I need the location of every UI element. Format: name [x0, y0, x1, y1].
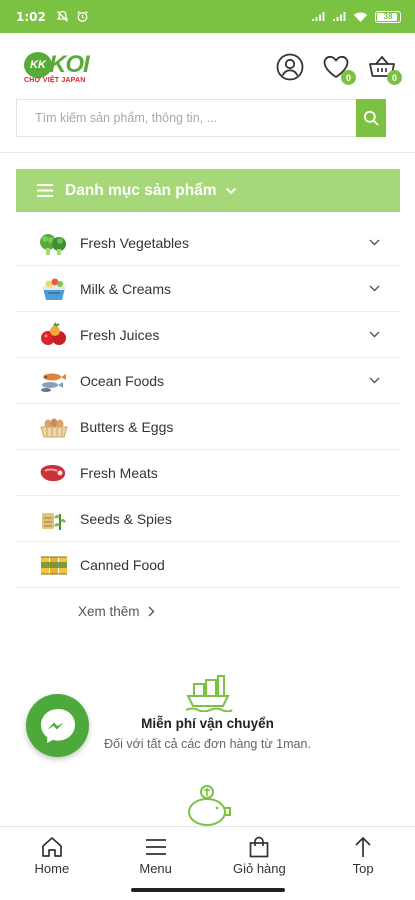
category-label: Fresh Juices: [80, 326, 160, 343]
category-item-canned-food[interactable]: Canned Food: [16, 542, 400, 588]
menu-icon: [145, 839, 166, 855]
logo[interactable]: KK KOI CHỢ VIỆT JAPAN: [24, 50, 90, 84]
logo-subtitle: CHỢ VIỆT JAPAN: [24, 76, 86, 84]
signal-icon: [312, 12, 325, 21]
search-input[interactable]: [17, 100, 356, 136]
piggy-bank-icon: [187, 785, 231, 826]
category-item-fresh-vegetables[interactable]: Fresh Vegetables: [16, 220, 400, 266]
search-icon: [363, 110, 379, 126]
signal-icon: [333, 12, 346, 21]
logo-badge: KK: [24, 51, 52, 78]
wifi-icon: [353, 11, 368, 22]
category-list: Fresh Vegetables Milk & Creams Fresh Jui…: [16, 220, 400, 588]
wishlist-button[interactable]: 0: [321, 52, 356, 85]
messenger-icon: [40, 708, 75, 743]
see-more-link[interactable]: Xem thêm: [78, 604, 155, 619]
feature-savings: [0, 782, 415, 826]
search-bar: [16, 99, 386, 137]
category-item-ocean-foods[interactable]: Ocean Foods: [16, 358, 400, 404]
chevron-down-icon[interactable]: [369, 239, 380, 246]
home-icon: [42, 837, 62, 857]
juice-icon: [38, 322, 70, 348]
cart-button[interactable]: 0: [367, 52, 402, 85]
user-icon: [276, 53, 304, 81]
wishlist-count-badge: 0: [341, 70, 356, 85]
category-item-milk-creams[interactable]: Milk & Creams: [16, 266, 400, 312]
nav-cart-label: Giỏ hàng: [232, 861, 286, 876]
nav-top-label: Top: [352, 861, 374, 876]
category-label: Fresh Vegetables: [80, 234, 189, 251]
meat-icon: [38, 460, 70, 486]
category-label: Seeds & Spies: [80, 510, 172, 527]
nav-home-label: Home: [34, 861, 70, 876]
seafood-icon: [38, 368, 70, 394]
nav-menu-label: Menu: [139, 861, 172, 876]
logo-text: KOI: [49, 50, 90, 78]
chevron-right-icon: [148, 606, 155, 617]
category-label: Ocean Foods: [80, 372, 165, 389]
shopping-bag-icon: [250, 836, 269, 858]
seeds-icon: [38, 506, 70, 532]
category-item-fresh-juices[interactable]: Fresh Juices: [16, 312, 400, 358]
category-label: Fresh Meats: [80, 464, 158, 481]
category-label: Canned Food: [80, 556, 165, 573]
ship-icon: [185, 675, 233, 712]
arrow-up-icon: [355, 836, 371, 857]
mute-icon: [56, 10, 69, 22]
status-bar: 1:02 38: [0, 0, 415, 33]
battery-icon: 38: [375, 10, 401, 23]
status-time: 1:02: [16, 9, 46, 24]
category-menu-title: Danh mục sản phẩm: [65, 181, 217, 199]
chevron-down-icon[interactable]: [369, 285, 380, 292]
home-indicator[interactable]: [131, 888, 285, 892]
messenger-chat-button[interactable]: [26, 694, 89, 757]
category-item-seeds-spies[interactable]: Seeds & Spies: [16, 496, 400, 542]
eggs-icon: [38, 414, 70, 440]
chevron-down-icon[interactable]: [369, 377, 380, 384]
chevron-down-icon[interactable]: [369, 331, 380, 338]
canned-icon: [38, 552, 70, 578]
header-divider: [0, 152, 415, 153]
see-more-label: Xem thêm: [78, 604, 140, 619]
alarm-icon: [76, 11, 88, 22]
category-menu-toggle[interactable]: Danh mục sản phẩm: [16, 169, 400, 212]
category-label: Milk & Creams: [80, 280, 172, 297]
category-item-butters-eggs[interactable]: Butters & Eggs: [16, 404, 400, 450]
nav-top[interactable]: Top: [311, 827, 415, 900]
account-button[interactable]: [275, 52, 305, 82]
app-header: KK KOI CHỢ VIỆT JAPAN 0 0: [0, 33, 415, 101]
category-item-fresh-meats[interactable]: Fresh Meats: [16, 450, 400, 496]
category-label: Butters & Eggs: [80, 418, 174, 435]
chevron-down-icon: [225, 187, 236, 194]
vegetables-icon: [38, 230, 70, 256]
search-button[interactable]: [356, 99, 386, 137]
cart-count-badge: 0: [387, 70, 402, 85]
hamburger-icon: [37, 184, 53, 197]
nav-home[interactable]: Home: [0, 827, 104, 900]
milk-icon: [38, 276, 70, 302]
